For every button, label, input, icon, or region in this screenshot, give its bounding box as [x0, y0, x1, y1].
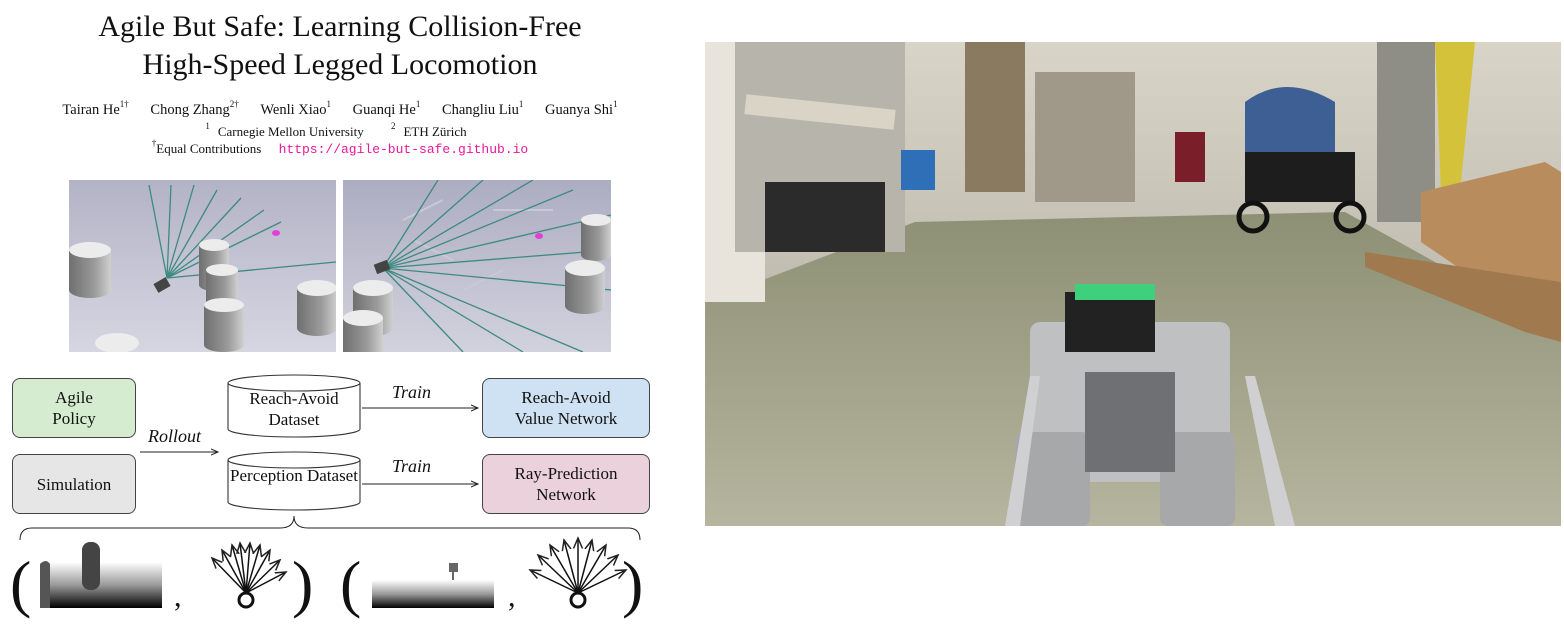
pipeline-diagram-connectors: () ()	[10, 374, 643, 619]
train-label-2: Train	[392, 456, 432, 476]
robot-lab-photo	[705, 42, 1561, 526]
reach-avoid-dataset-label: Reach-Avoid Dataset	[249, 389, 339, 429]
perception-dataset-label: Perception Dataset	[230, 466, 358, 485]
svg-text:): )	[622, 548, 643, 619]
rollout-label: Rollout	[148, 426, 201, 446]
svg-text:): )	[292, 548, 313, 619]
svg-text:(: (	[340, 548, 361, 619]
agile-policy-box: Agile Policy	[12, 378, 136, 438]
svg-text:(: (	[10, 548, 31, 619]
ray-prediction-network-box: Ray-Prediction Network	[482, 454, 650, 514]
tuple-comma-2: ,	[508, 580, 516, 613]
depth-image-1	[40, 542, 162, 608]
train-label-1: Train	[392, 382, 432, 402]
simulation-box: Simulation	[12, 454, 136, 514]
depth-image-2	[372, 563, 494, 608]
ray-fan-2	[530, 538, 626, 609]
tuple-comma-1: ,	[174, 580, 182, 613]
reach-avoid-value-network-box: Reach-Avoid Value Network	[482, 378, 650, 438]
ray-fan-1	[212, 543, 286, 609]
